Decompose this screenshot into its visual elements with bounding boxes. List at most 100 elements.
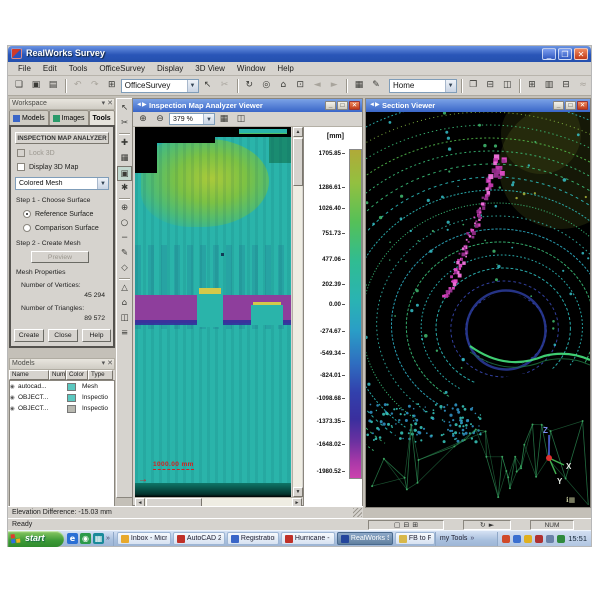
menu-edit[interactable]: Edit: [37, 63, 63, 74]
pane-grid-icon[interactable]: ⊞: [412, 521, 418, 530]
cascade-windows-icon[interactable]: ◫: [499, 78, 515, 93]
feature-icon[interactable]: ✱: [117, 181, 132, 196]
print-icon[interactable]: ▤: [45, 78, 61, 93]
comparison-surface-radio[interactable]: [23, 224, 31, 232]
tab-images[interactable]: Images: [49, 110, 89, 125]
taskbar-task-4[interactable]: RealWorks Survey: [337, 532, 393, 545]
model-row-0[interactable]: ◉autocad...Mesh: [10, 381, 114, 392]
taskbar-task-1[interactable]: AutoCAD 2002: [173, 532, 225, 545]
chevron-right-icon[interactable]: »: [470, 535, 474, 542]
pane-blank-icon[interactable]: ▢: [394, 521, 401, 530]
minimize-button[interactable]: _: [325, 101, 336, 110]
examine-icon[interactable]: ◎: [258, 78, 274, 93]
image-view-icon[interactable]: ▦: [351, 78, 367, 93]
tray-shield-icon[interactable]: [557, 535, 565, 543]
help-button[interactable]: Help: [82, 329, 111, 342]
open-icon[interactable]: ❏: [11, 78, 27, 93]
chevron-down-icon[interactable]: ▼: [187, 80, 198, 92]
layout-split-v-icon[interactable]: ⊟: [558, 78, 574, 93]
zoom-combo[interactable]: 379 % ▼: [169, 113, 215, 125]
menu-display[interactable]: Display: [151, 63, 189, 74]
line-fit-icon[interactable]: ─: [117, 231, 132, 246]
tray-volume-icon[interactable]: [546, 535, 554, 543]
col-name[interactable]: Name: [9, 370, 49, 380]
add-point-icon[interactable]: ✚: [117, 136, 132, 151]
select-icon[interactable]: ↖: [117, 101, 132, 116]
annotate-icon[interactable]: ✎: [368, 78, 384, 93]
visibility-icon[interactable]: ◉: [10, 406, 18, 412]
tray-alert-icon[interactable]: [502, 535, 510, 543]
cut-plane-icon[interactable]: ✂: [117, 116, 132, 131]
map-vertical-scrollbar[interactable]: ▲ ▼: [292, 127, 302, 497]
resize-grip[interactable]: [353, 508, 362, 517]
panel-close-icon[interactable]: ✕: [107, 359, 113, 367]
reference-surface-radio[interactable]: [23, 210, 31, 218]
plane-fit-icon[interactable]: ◇: [117, 261, 132, 276]
taskbar-task-0[interactable]: Inbox - Microsof...: [117, 532, 171, 545]
taskbar-clock[interactable]: 15:51: [568, 534, 587, 543]
vertical-scroll-thumb[interactable]: [293, 138, 303, 186]
scroll-down-icon[interactable]: ▼: [293, 487, 303, 497]
create-button[interactable]: Create: [14, 329, 44, 342]
col-type[interactable]: Type: [88, 370, 113, 380]
section-viewer-titlebar[interactable]: ◄▶ Section Viewer _ □ ✕: [366, 99, 590, 112]
menu-window[interactable]: Window: [231, 63, 271, 74]
box-fit-icon[interactable]: ◫: [117, 311, 132, 326]
mytools-toolbar[interactable]: my Tools »: [435, 532, 478, 546]
zoom-in-icon[interactable]: ⊕: [135, 112, 151, 127]
visibility-icon[interactable]: ◉: [10, 395, 18, 401]
maximize-button[interactable]: □: [565, 101, 576, 110]
zoom-fit-icon[interactable]: ⊡: [292, 78, 308, 93]
restore-button[interactable]: ❐: [558, 48, 572, 60]
elevation-map-canvas[interactable]: 1000.00 mm →: [135, 127, 291, 497]
internet-explorer-icon[interactable]: e: [67, 533, 78, 544]
col-color[interactable]: Color: [66, 370, 88, 380]
home-combo[interactable]: Home ▼: [389, 79, 457, 93]
panel-close-icon[interactable]: ✕: [107, 99, 113, 107]
visibility-icon[interactable]: ◉: [10, 384, 18, 390]
save-icon[interactable]: ▣: [28, 78, 44, 93]
taskbar-task-2[interactable]: Registration Rep...: [227, 532, 279, 545]
tile-windows-icon[interactable]: ⊟: [482, 78, 498, 93]
mesh-type-combo[interactable]: Colored Mesh ▼: [15, 177, 109, 190]
rotate-view-icon[interactable]: ↻: [241, 78, 257, 93]
draw-icon[interactable]: ✎: [117, 246, 132, 261]
sampling-icon[interactable]: ▦: [117, 151, 132, 166]
tray-network-icon[interactable]: [513, 535, 521, 543]
show-desktop-icon[interactable]: ▦: [93, 533, 104, 544]
layout-split-h-icon[interactable]: ▥: [541, 78, 557, 93]
chevron-down-icon[interactable]: ▼: [97, 178, 108, 189]
taskbar-task-5[interactable]: FB to FB: [395, 532, 435, 545]
menu-help[interactable]: Help: [271, 63, 299, 74]
minimize-button[interactable]: _: [542, 48, 556, 60]
scroll-up-icon[interactable]: ▲: [293, 127, 303, 137]
media-player-icon[interactable]: ◉: [80, 533, 91, 544]
go-icon[interactable]: ►: [489, 521, 494, 530]
circle-fit-icon[interactable]: ○: [117, 216, 132, 231]
layout-single-icon[interactable]: ⊞: [524, 78, 540, 93]
swap-view-icon[interactable]: ◫: [233, 112, 249, 127]
mesh-tool-icon[interactable]: ▣: [117, 166, 132, 181]
chevron-down-icon[interactable]: ▼: [203, 114, 214, 124]
model-row-2[interactable]: ◉OBJECT...Inspectio: [10, 403, 114, 414]
new-window-icon[interactable]: ❐: [465, 78, 481, 93]
officesurvey-combo[interactable]: OfficeSurvey ▼: [121, 79, 199, 93]
taskbar-task-3[interactable]: Hurricane - Micro...: [281, 532, 335, 545]
model-row-1[interactable]: ◉OBJECT...Inspectio: [10, 392, 114, 403]
menu-tools[interactable]: Tools: [63, 63, 94, 74]
minimize-button[interactable]: _: [553, 101, 564, 110]
grid-display-icon[interactable]: ▦: [216, 112, 232, 127]
zoom-out-icon[interactable]: ⊖: [152, 112, 168, 127]
triangle-icon[interactable]: △: [117, 281, 132, 296]
pane-split-h-icon[interactable]: ⊟: [403, 521, 409, 530]
menu-officesurvey[interactable]: OfficeSurvey: [93, 63, 151, 74]
panel-menu-icon[interactable]: ▾: [102, 99, 106, 107]
chevron-down-icon[interactable]: ▼: [445, 80, 456, 92]
display-3d-map-checkbox[interactable]: [17, 163, 25, 171]
chevron-right-icon[interactable]: »: [106, 535, 110, 542]
new-workspace-icon[interactable]: ⊞: [104, 78, 120, 93]
menu-file[interactable]: File: [12, 63, 37, 74]
close-button[interactable]: ✕: [574, 48, 588, 60]
section-3d-view[interactable]: ZXYℹ▦: [366, 112, 590, 507]
panel-menu-icon[interactable]: ▾: [102, 359, 106, 367]
